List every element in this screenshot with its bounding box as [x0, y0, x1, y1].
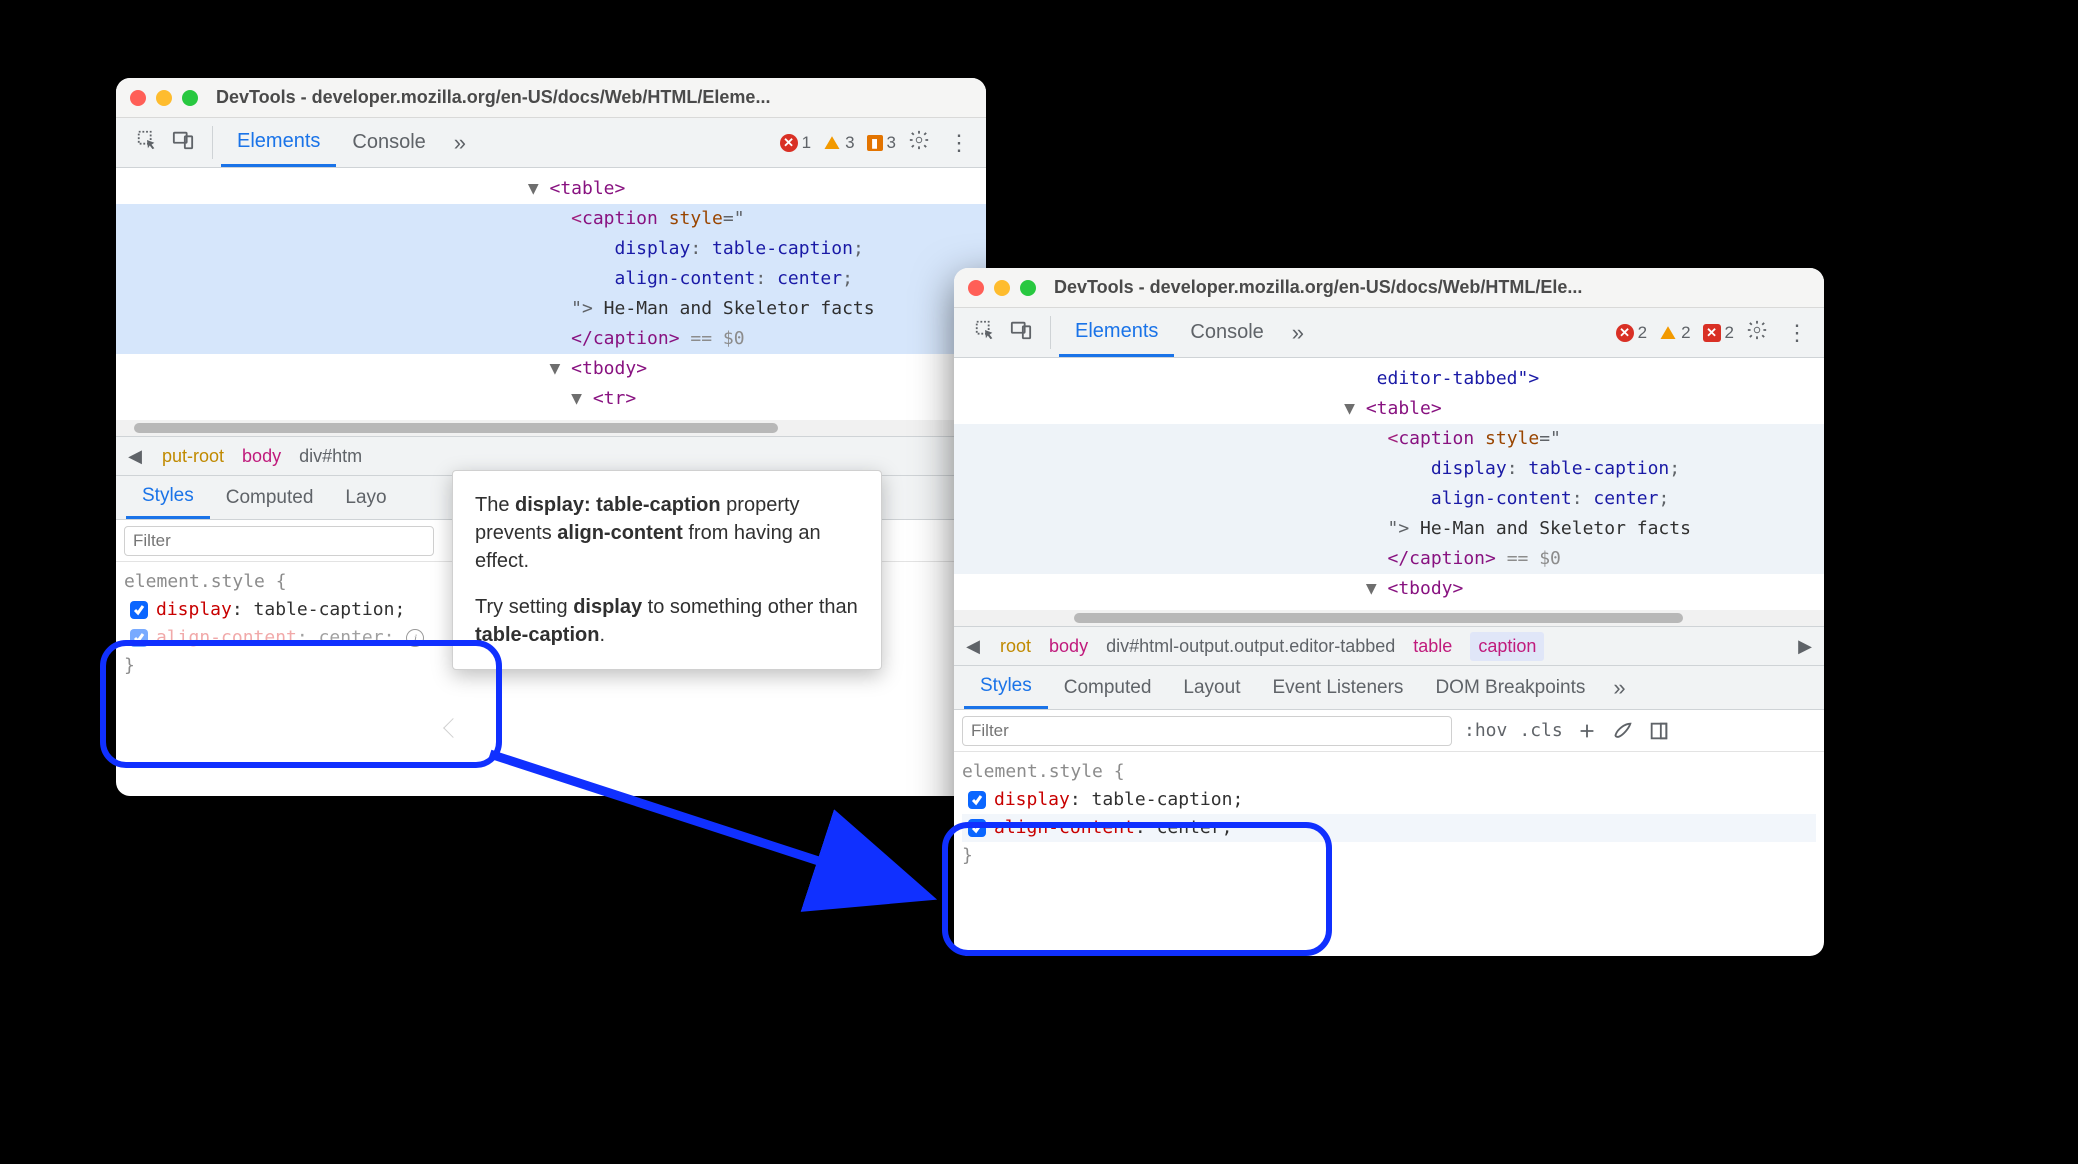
- maximize-icon[interactable]: [182, 90, 198, 106]
- tab-layout[interactable]: Layo: [329, 476, 402, 519]
- style-brace: }: [962, 842, 1816, 870]
- hov-toggle[interactable]: :hov: [1464, 720, 1507, 741]
- violation-count[interactable]: ✕ 2: [1703, 323, 1734, 343]
- tooltip-text: Try setting display to something other t…: [475, 593, 859, 649]
- close-icon[interactable]: [130, 90, 146, 106]
- devtools-window-left: DevTools - developer.mozilla.org/en-US/d…: [116, 78, 986, 796]
- window-title: DevTools - developer.mozilla.org/en-US/d…: [1054, 277, 1582, 298]
- style-property-display[interactable]: display: table-caption;: [962, 786, 1816, 814]
- settings-icon[interactable]: [1746, 319, 1768, 346]
- new-style-rule-icon[interactable]: [1575, 719, 1599, 743]
- window-title: DevTools - developer.mozilla.org/en-US/d…: [216, 87, 770, 108]
- cls-toggle[interactable]: .cls: [1519, 720, 1562, 741]
- more-tabs-icon[interactable]: »: [1601, 666, 1637, 709]
- error-icon: ✕: [1616, 324, 1634, 342]
- error-count[interactable]: ✕ 1: [780, 133, 811, 153]
- styles-filter-input[interactable]: [962, 716, 1452, 746]
- tab-elements[interactable]: Elements: [221, 118, 336, 167]
- device-toggle-icon[interactable]: [172, 129, 194, 156]
- crumb-item[interactable]: body: [242, 446, 281, 467]
- checkbox-icon[interactable]: [968, 791, 986, 809]
- more-tabs-icon[interactable]: »: [442, 118, 478, 167]
- minimize-icon[interactable]: [994, 280, 1010, 296]
- tab-event-listeners[interactable]: Event Listeners: [1256, 666, 1419, 709]
- crumb-item[interactable]: put-root: [162, 446, 224, 467]
- horizontal-scrollbar[interactable]: [954, 610, 1824, 626]
- checkbox-icon[interactable]: [130, 629, 148, 647]
- traffic-lights: [968, 280, 1036, 296]
- styles-pane[interactable]: element.style { display: table-caption; …: [954, 752, 1824, 880]
- style-property-align-content[interactable]: align-content: center;: [962, 814, 1816, 842]
- crumb-back-icon[interactable]: ◀: [964, 636, 982, 657]
- maximize-icon[interactable]: [1020, 280, 1036, 296]
- crumb-item[interactable]: body: [1049, 636, 1088, 657]
- kebab-menu-icon[interactable]: ⋮: [942, 130, 976, 156]
- main-tab-bar: Elements Console » ✕ 1 3 ▮ 3 ⋮: [116, 118, 986, 168]
- tab-console[interactable]: Console: [1174, 308, 1279, 357]
- issue-count[interactable]: ▮ 3: [867, 133, 896, 153]
- traffic-lights: [130, 90, 198, 106]
- checkbox-icon[interactable]: [968, 819, 986, 837]
- titlebar: DevTools - developer.mozilla.org/en-US/d…: [116, 78, 986, 118]
- titlebar: DevTools - developer.mozilla.org/en-US/d…: [954, 268, 1824, 308]
- horizontal-scrollbar[interactable]: [116, 420, 986, 436]
- inspect-element-icon[interactable]: [136, 129, 158, 156]
- checkbox-icon[interactable]: [130, 601, 148, 619]
- tab-elements[interactable]: Elements: [1059, 308, 1174, 357]
- crumb-item[interactable]: table: [1413, 636, 1452, 657]
- separator: [1050, 316, 1051, 349]
- inspect-element-icon[interactable]: [974, 319, 996, 346]
- crumb-item[interactable]: div#html-output.output.editor-tabbed: [1106, 636, 1395, 657]
- warning-icon: [1659, 324, 1677, 342]
- tab-dom-breakpoints[interactable]: DOM Breakpoints: [1419, 666, 1601, 709]
- css-hint-tooltip: The display: table-caption property prev…: [452, 470, 882, 670]
- error-square-icon: ✕: [1703, 324, 1721, 342]
- flag-icon: ▮: [867, 135, 883, 151]
- styles-filter-bar: :hov .cls: [954, 710, 1824, 752]
- inspect-tools: [964, 308, 1042, 357]
- tab-styles[interactable]: Styles: [964, 666, 1048, 709]
- separator: [212, 126, 213, 159]
- dom-tree[interactable]: editor-tabbed"> ▼ <table> <caption style…: [954, 358, 1824, 610]
- crumb-forward-icon[interactable]: ▶: [1796, 636, 1814, 657]
- more-tabs-icon[interactable]: »: [1280, 308, 1316, 357]
- crumb-back-icon[interactable]: ◀: [126, 446, 144, 467]
- warning-count[interactable]: 3: [823, 133, 854, 153]
- main-tab-bar: Elements Console » ✕ 2 2 ✕ 2 ⋮: [954, 308, 1824, 358]
- tab-computed[interactable]: Computed: [1048, 666, 1168, 709]
- settings-icon[interactable]: [908, 129, 930, 156]
- paint-brush-icon[interactable]: [1611, 719, 1635, 743]
- tab-console[interactable]: Console: [336, 118, 441, 167]
- crumb-item[interactable]: root: [1000, 636, 1031, 657]
- tab-layout[interactable]: Layout: [1167, 666, 1256, 709]
- warning-icon: [823, 134, 841, 152]
- computed-panel-icon[interactable]: [1647, 719, 1671, 743]
- error-icon: ✕: [780, 134, 798, 152]
- error-count[interactable]: ✕ 2: [1616, 323, 1647, 343]
- close-icon[interactable]: [968, 280, 984, 296]
- breadcrumb[interactable]: ◀ root body div#html-output.output.edito…: [954, 626, 1824, 666]
- minimize-icon[interactable]: [156, 90, 172, 106]
- styles-tab-bar: Styles Computed Layout Event Listeners D…: [954, 666, 1824, 710]
- info-icon[interactable]: i: [406, 629, 424, 647]
- tab-computed[interactable]: Computed: [210, 476, 330, 519]
- crumb-item[interactable]: div#htm: [299, 446, 362, 467]
- tooltip-text: The display: table-caption property prev…: [475, 491, 859, 575]
- crumb-item-selected[interactable]: caption: [1470, 632, 1544, 661]
- tab-styles[interactable]: Styles: [126, 476, 210, 519]
- device-toggle-icon[interactable]: [1010, 319, 1032, 346]
- inspect-tools: [126, 118, 204, 167]
- kebab-menu-icon[interactable]: ⋮: [1780, 320, 1814, 346]
- dom-tree[interactable]: ▼ <table> <caption style=" display: tabl…: [116, 168, 986, 420]
- styles-filter-input[interactable]: [124, 526, 434, 556]
- style-selector: element.style {: [962, 758, 1816, 786]
- warning-count[interactable]: 2: [1659, 323, 1690, 343]
- devtools-window-right: DevTools - developer.mozilla.org/en-US/d…: [954, 268, 1824, 956]
